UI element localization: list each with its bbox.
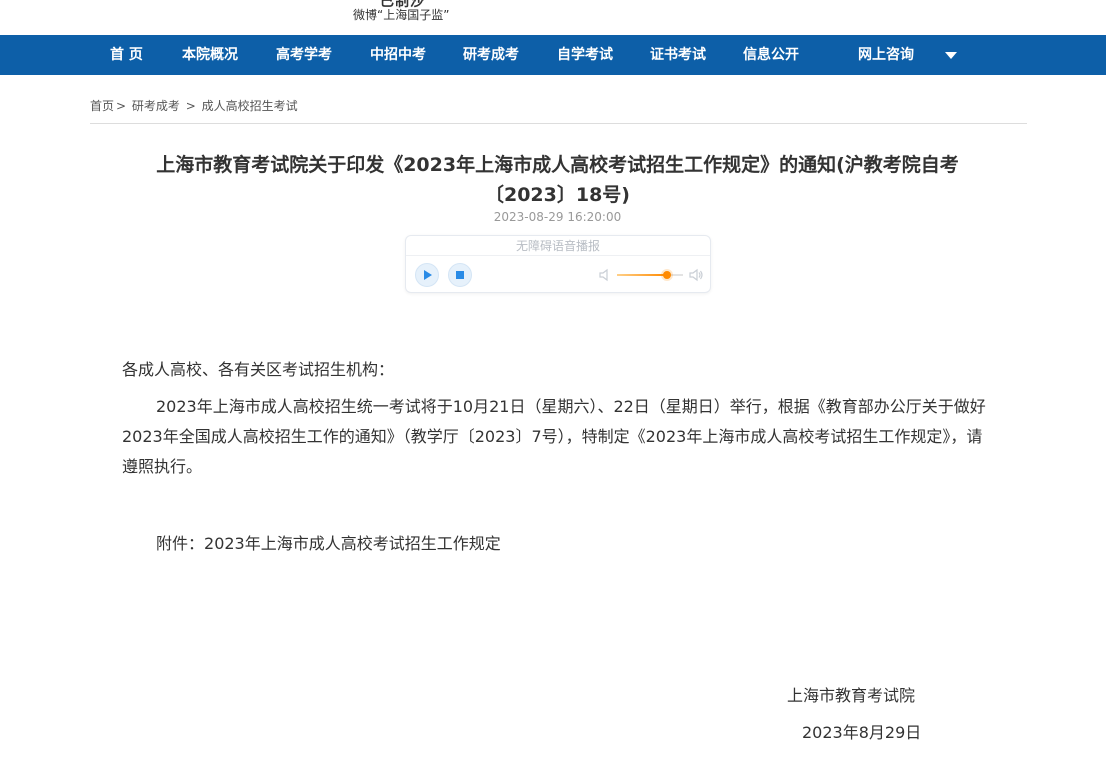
breadcrumb-adult-admission[interactable]: 成人高校招生考试 <box>202 99 298 113</box>
nav-item-graduate-adult[interactable]: 研考成考 <box>463 35 519 75</box>
nav-item-info-disclosure[interactable]: 信息公开 <box>743 35 799 75</box>
article-title: 上海市教育考试院关于印发《2023年上海市成人高校考试招生工作规定》的通知(沪教… <box>156 154 959 206</box>
nav-item-home[interactable]: 首 页 <box>110 35 143 75</box>
breadcrumb-home[interactable]: 首页 <box>90 99 114 113</box>
volume-slider[interactable] <box>617 271 683 279</box>
article-salutation: 各成人高校、各有关区考试招生机构： <box>122 360 395 379</box>
nav-item-certificate[interactable]: 证书考试 <box>650 35 706 75</box>
play-button[interactable] <box>415 263 439 287</box>
nav-item-about[interactable]: 本院概况 <box>182 35 238 75</box>
article-attachment: 附件：2023年上海市成人高校考试招生工作规定 <box>156 529 501 559</box>
site-header: 已制沙 微博“上海国子监” <box>0 0 1106 35</box>
nav-item-online-consult[interactable]: 网上咨询 <box>858 35 914 75</box>
breadcrumb-separator: > <box>116 99 127 113</box>
weibo-caption[interactable]: 微博“上海国子监” <box>353 6 449 23</box>
audio-player-label: 无障碍语音播报 <box>406 236 710 256</box>
volume-low-icon[interactable] <box>599 268 611 282</box>
caret-down-icon[interactable] <box>945 52 957 59</box>
article-paragraph: 2023年上海市成人高校招生统一考试将于10月21日（星期六）、22日（星期日）… <box>122 397 986 476</box>
breadcrumb-separator: > <box>185 99 196 113</box>
article-date: 2023-08-29 16:20:00 <box>493 210 622 224</box>
attachment-link[interactable]: 2023年上海市成人高校考试招生工作规定 <box>204 534 501 553</box>
stop-button[interactable] <box>448 263 472 287</box>
breadcrumb-divider <box>90 123 1027 124</box>
breadcrumb: 首页 > 研考成考 > 成人高校招生考试 <box>90 97 298 114</box>
audio-player: 无障碍语音播报 <box>405 235 711 293</box>
play-icon <box>424 270 432 280</box>
volume-slider-fill <box>617 274 667 276</box>
main-nav: 首 页 本院概况 高考学考 中招中考 研考成考 自学考试 证书考试 信息公开 网… <box>0 35 1106 75</box>
article-signature: 上海市教育考试院 <box>787 686 916 705</box>
nav-item-zhongkao[interactable]: 中招中考 <box>370 35 426 75</box>
volume-high-icon[interactable] <box>689 268 703 282</box>
volume-slider-handle[interactable] <box>662 271 671 279</box>
nav-item-gaokao[interactable]: 高考学考 <box>276 35 332 75</box>
breadcrumb-graduate-adult[interactable]: 研考成考 <box>132 99 180 113</box>
stop-icon <box>456 271 464 279</box>
article-sign-date: 2023年8月29日 <box>802 723 922 742</box>
nav-item-self-study[interactable]: 自学考试 <box>557 35 613 75</box>
attachment-label: 附件： <box>156 534 205 553</box>
